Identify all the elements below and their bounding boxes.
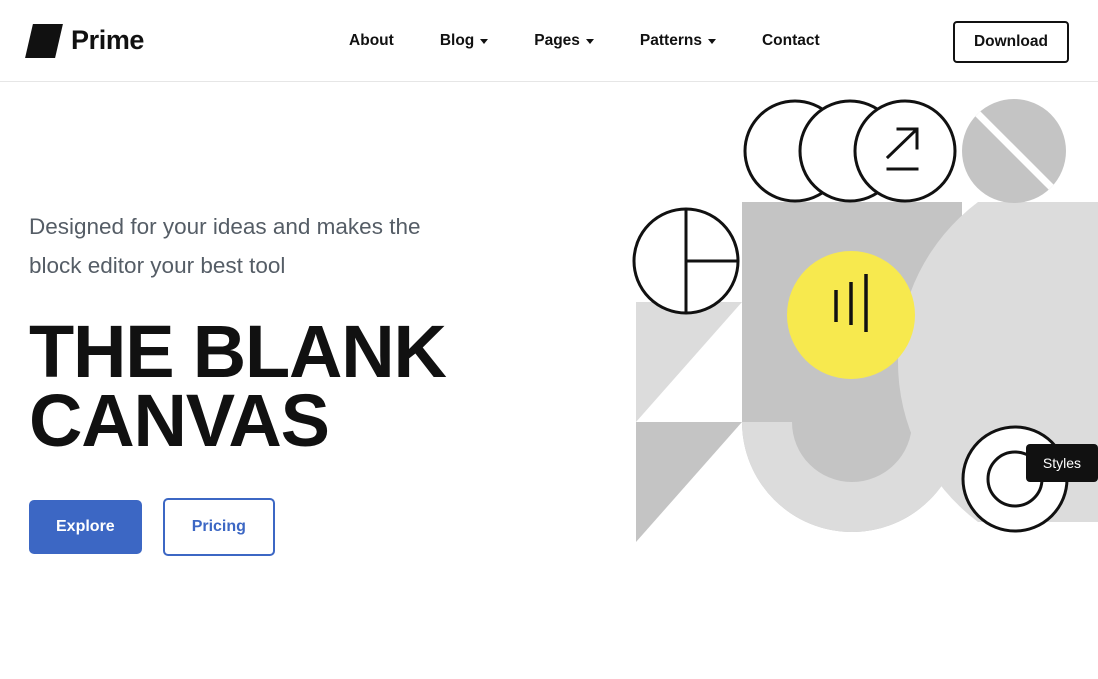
nav-item-blog[interactable]: Blog — [417, 24, 511, 58]
gray-circle-with-diagonal-stripe — [962, 99, 1066, 203]
chevron-down-icon — [480, 39, 489, 44]
hero-actions: Explore Pricing — [29, 497, 620, 556]
nav-item-patterns[interactable]: Patterns — [617, 24, 739, 58]
hero-subtitle: Designed for your ideas and makes the bl… — [29, 214, 421, 278]
hero-section: Designed for your ideas and makes the bl… — [0, 82, 1098, 679]
page-title: THE BLANK CANVAS — [29, 310, 447, 462]
pricing-button[interactable]: Pricing — [162, 497, 275, 556]
light-triangle — [636, 302, 742, 422]
nav-item-label: Patterns — [639, 31, 702, 49]
nav-item-about[interactable]: About — [326, 24, 417, 58]
nav-item-label: About — [349, 31, 394, 49]
main-navigation: About Blog Pages Patterns Contact — [326, 24, 843, 58]
styles-tooltip[interactable]: Styles — [1025, 444, 1098, 482]
nav-item-pages[interactable]: Pages — [511, 24, 617, 58]
nav-item-label: Pages — [534, 31, 580, 49]
hero-content: Designed for your ideas and makes the bl… — [0, 82, 620, 679]
nav-item-label: Contact — [761, 31, 820, 49]
parallelogram-logo-icon — [25, 23, 63, 58]
nav-item-contact[interactable]: Contact — [739, 24, 843, 58]
nav-item-label: Blog — [439, 31, 475, 49]
chevron-down-icon — [585, 39, 594, 44]
medium-triangle — [636, 422, 742, 542]
overlapping-circles-trio — [743, 99, 957, 203]
explore-button[interactable]: Explore — [29, 499, 142, 554]
site-header: Prime About Blog Pages Patterns Contact … — [0, 0, 1098, 82]
brand-name: Prime — [71, 25, 145, 55]
pie-chart-circle — [632, 207, 740, 315]
chevron-down-icon — [707, 39, 716, 44]
download-button[interactable]: Download — [952, 21, 1069, 63]
hero-geometric-graphic — [620, 82, 1098, 679]
brand-logo[interactable]: Prime — [25, 23, 145, 58]
